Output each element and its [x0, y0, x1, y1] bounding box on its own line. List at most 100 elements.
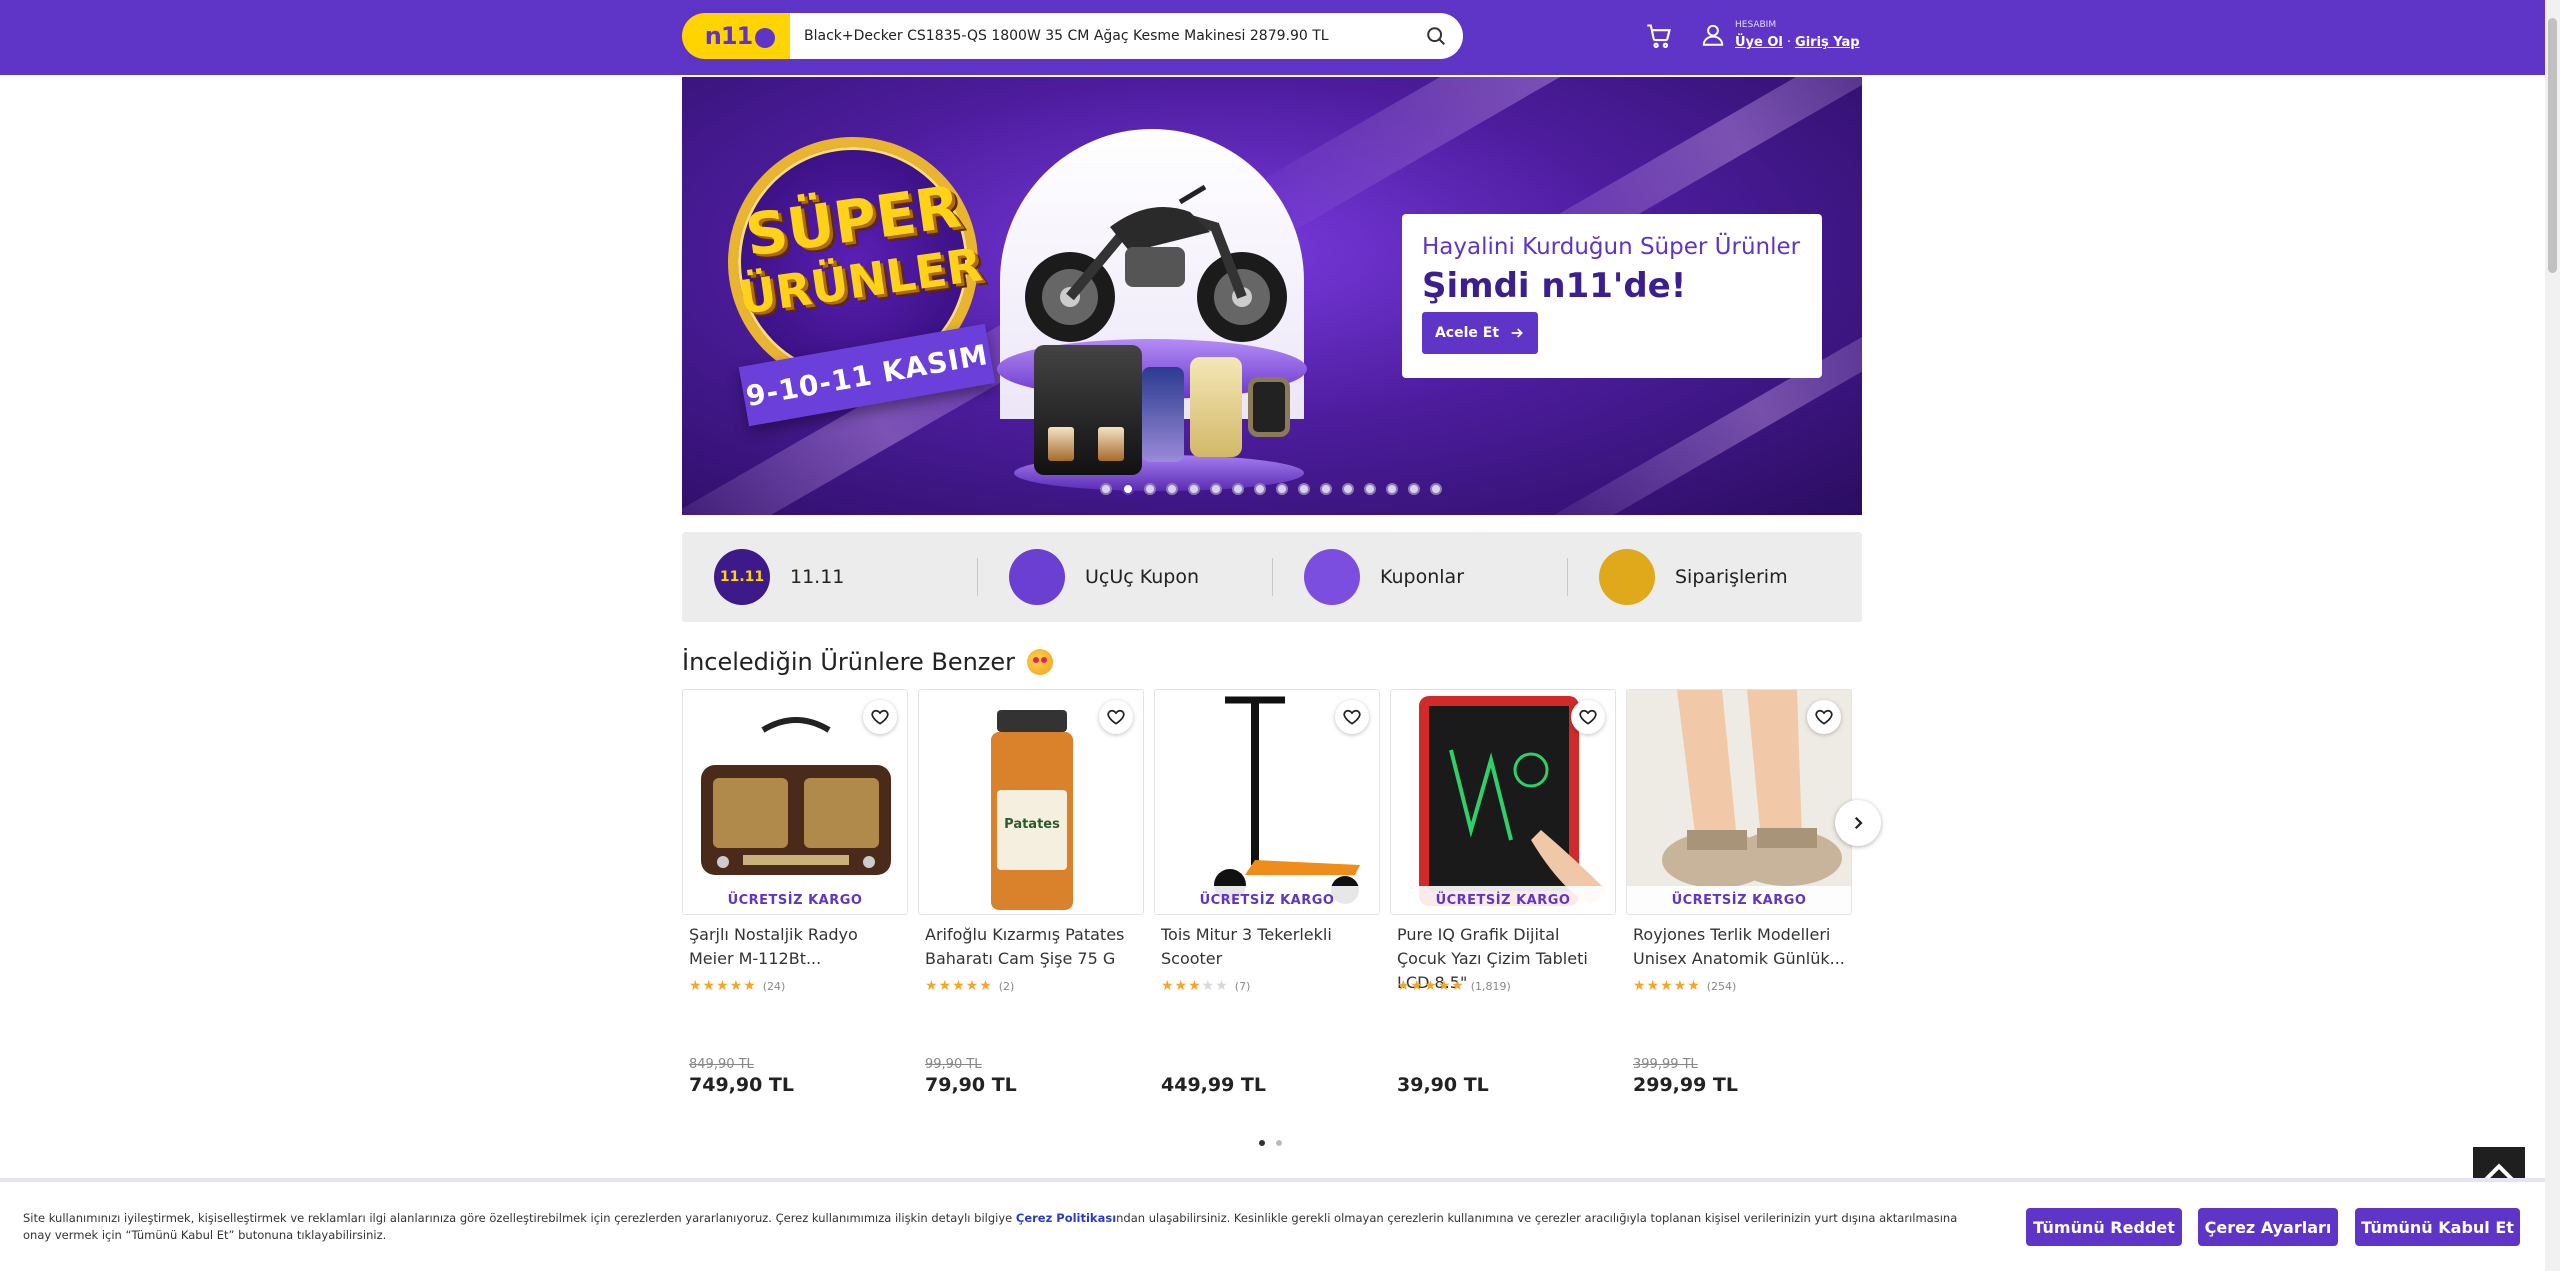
promo-subtitle: Hayalini Kurduğun Süper Ürünler	[1422, 234, 1801, 260]
reject-all-button[interactable]: Tümünü Reddet	[2026, 1208, 2182, 1246]
hurry-button[interactable]: Acele Et	[1422, 312, 1538, 354]
perfume-image	[1142, 367, 1184, 462]
drawing-tablet-image[interactable]: ÜCRETSİZ KARGO	[1390, 689, 1616, 915]
login-link[interactable]: Giriş Yap	[1795, 35, 1860, 50]
price: 449,99 TL	[1161, 1074, 1267, 1096]
favorite-button[interactable]	[1335, 700, 1369, 734]
pager-dot[interactable]	[1259, 1140, 1265, 1146]
carousel-dot[interactable]	[1342, 483, 1354, 495]
cart-icon[interactable]	[1645, 22, 1673, 50]
hero-banner[interactable]: SÜPER ÜRÜNLER 9-10-11 KASIM Hayalini Kur…	[682, 77, 1862, 515]
product-card[interactable]: ÜCRETSİZ KARGO Pure IQ Grafik Dijital Çoc…	[1390, 689, 1616, 1109]
coupon-icon	[1304, 549, 1360, 605]
signup-link[interactable]: Üye Ol	[1735, 35, 1783, 50]
carousel-dot[interactable]	[1166, 483, 1178, 495]
spice-jar-image[interactable]: Patates	[918, 689, 1144, 915]
coffee-cup	[1048, 427, 1074, 461]
search-value[interactable]: Black+Decker CS1835-QS 1800W 35 CM Ağaç …	[804, 28, 1329, 44]
carousel-dot[interactable]	[1276, 483, 1288, 495]
promo-headline: Şimdi n11'de!	[1422, 266, 1687, 306]
product-title[interactable]: Şarjlı Nostaljik Radyo Meier M-112Bt...	[689, 923, 904, 971]
section-title-text: İncelediğin Ürünlere Benzer	[682, 648, 1016, 676]
watch-image	[1248, 377, 1290, 437]
carousel-dot[interactable]	[1298, 483, 1310, 495]
accept-all-button[interactable]: Tümünü Kabul Et	[2355, 1208, 2520, 1246]
account-label: HESABIM	[1735, 20, 1777, 30]
account-separator: ·	[1786, 35, 1792, 50]
slippers-image[interactable]: ÜCRETSİZ KARGO	[1626, 689, 1852, 915]
carousel-dot[interactable]	[1188, 483, 1200, 495]
review-count: (254)	[1706, 979, 1737, 993]
flying-coupon-icon	[1009, 549, 1065, 605]
review-count: (24)	[762, 979, 786, 993]
quick-link[interactable]: Siparişlerim	[1567, 532, 1862, 622]
product-title[interactable]: Arifoğlu Kızarmış Patates Baharatı Cam Ş…	[925, 923, 1140, 971]
n11-logo[interactable]: n11	[682, 13, 798, 59]
free-shipping-badge: ÜCRETSİZ KARGO	[1627, 886, 1851, 914]
page: n11 Black+Decker CS1835-QS 1800W 35 CM A…	[0, 0, 2560, 1271]
pager-dot[interactable]	[1276, 1140, 1282, 1146]
carousel-dot[interactable]	[1320, 483, 1332, 495]
product-rating: ★★★★★ (24)	[689, 978, 785, 994]
cookie-policy-link[interactable]: Çerez Politikası	[1016, 1211, 1116, 1225]
carousel-dot[interactable]	[1210, 483, 1222, 495]
quick-link[interactable]: UçUç Kupon	[977, 532, 1272, 622]
heart-icon	[1815, 709, 1833, 725]
coffee-machine-image	[1034, 345, 1142, 475]
account-links: Üye Ol · Giriş Yap	[1735, 35, 1860, 50]
price: 39,90 TL	[1397, 1074, 1489, 1096]
search-icon[interactable]	[1425, 25, 1447, 47]
carousel-dot[interactable]	[1122, 483, 1134, 495]
product-title[interactable]: Royjones Terlik Modelleri Unisex Anatomi…	[1633, 923, 1848, 971]
star-rating-icon: ★★★★★	[689, 978, 757, 994]
cookie-settings-button[interactable]: Çerez Ayarları	[2198, 1208, 2338, 1246]
quick-link[interactable]: 11.11 11.11	[682, 532, 977, 622]
product-title[interactable]: Tois Mitur 3 Tekerlekli Scooter	[1161, 923, 1376, 971]
product-card[interactable]: ÜCRETSİZ KARGO Royjones Terlik Modelleri …	[1626, 689, 1852, 1109]
carousel-dot[interactable]	[1254, 483, 1266, 495]
favorite-button[interactable]	[1099, 700, 1133, 734]
eleven-eleven-icon: 11.11	[714, 549, 770, 605]
quick-link[interactable]: Kuponlar	[1272, 532, 1567, 622]
carousel-dot[interactable]	[1144, 483, 1156, 495]
carousel-dot[interactable]	[1364, 483, 1376, 495]
free-shipping-badge: ÜCRETSİZ KARGO	[683, 886, 907, 914]
carousel-dot[interactable]	[1408, 483, 1420, 495]
promo-card: Hayalini Kurduğun Süper Ürünler Şimdi n1…	[1402, 214, 1822, 378]
cookie-text-before: Site kullanımınızı iyileştirmek, kişisel…	[23, 1211, 1016, 1225]
product-rating: ★★★★★ (7)	[1161, 978, 1250, 994]
free-shipping-badge: ÜCRETSİZ KARGO	[1155, 886, 1379, 914]
radio-image[interactable]: ÜCRETSİZ KARGO	[682, 689, 908, 915]
top-header: n11 Black+Decker CS1835-QS 1800W 35 CM A…	[0, 0, 2545, 75]
favorite-button[interactable]	[1571, 700, 1605, 734]
jar-label: Patates	[1004, 817, 1060, 832]
carousel-dot[interactable]	[1100, 483, 1112, 495]
carousel-dot[interactable]	[1232, 483, 1244, 495]
arrow-right-icon	[1511, 328, 1523, 338]
price: 79,90 TL	[925, 1074, 1017, 1096]
heart-icon	[1343, 709, 1361, 725]
product-card[interactable]: ÜCRETSİZ KARGO Tois Mitur 3 Tekerlekli Sc…	[1154, 689, 1380, 1109]
scrollbar-thumb[interactable]	[2548, 18, 2557, 273]
heart-icon	[1579, 709, 1597, 725]
star-rating-icon: ★★★★★	[1397, 978, 1465, 994]
product-pager	[1259, 1140, 1282, 1146]
product-card[interactable]: ÜCRETSİZ KARGO Şarjlı Nostaljik Radyo Mei…	[682, 689, 908, 1109]
chevron-right-icon	[1854, 816, 1863, 830]
user-icon[interactable]	[1700, 22, 1726, 48]
carousel-dot[interactable]	[1430, 483, 1442, 495]
carousel-dot[interactable]	[1386, 483, 1398, 495]
scooter-image[interactable]: ÜCRETSİZ KARGO	[1154, 689, 1380, 915]
review-count: (2)	[998, 979, 1015, 993]
product-card[interactable]: Patates Arifoğlu Kızarmış Patates Baharat…	[918, 689, 1144, 1109]
star-rating-icon: ★★★★★	[1633, 978, 1701, 994]
quick-link-label: Siparişlerim	[1675, 566, 1788, 588]
quick-links-bar: 11.11 11.11 UçUç Kupon Kuponlar Siparişlerim	[682, 532, 1862, 622]
carousel-next-button[interactable]	[1835, 800, 1881, 846]
favorite-button[interactable]	[1807, 700, 1841, 734]
carousel-dots	[1100, 483, 1442, 495]
favorite-button[interactable]	[863, 700, 897, 734]
page-scrollbar[interactable]	[2545, 0, 2560, 1271]
motorcycle-image	[1025, 184, 1287, 342]
search-input[interactable]: Black+Decker CS1835-QS 1800W 35 CM Ağaç …	[790, 13, 1463, 59]
